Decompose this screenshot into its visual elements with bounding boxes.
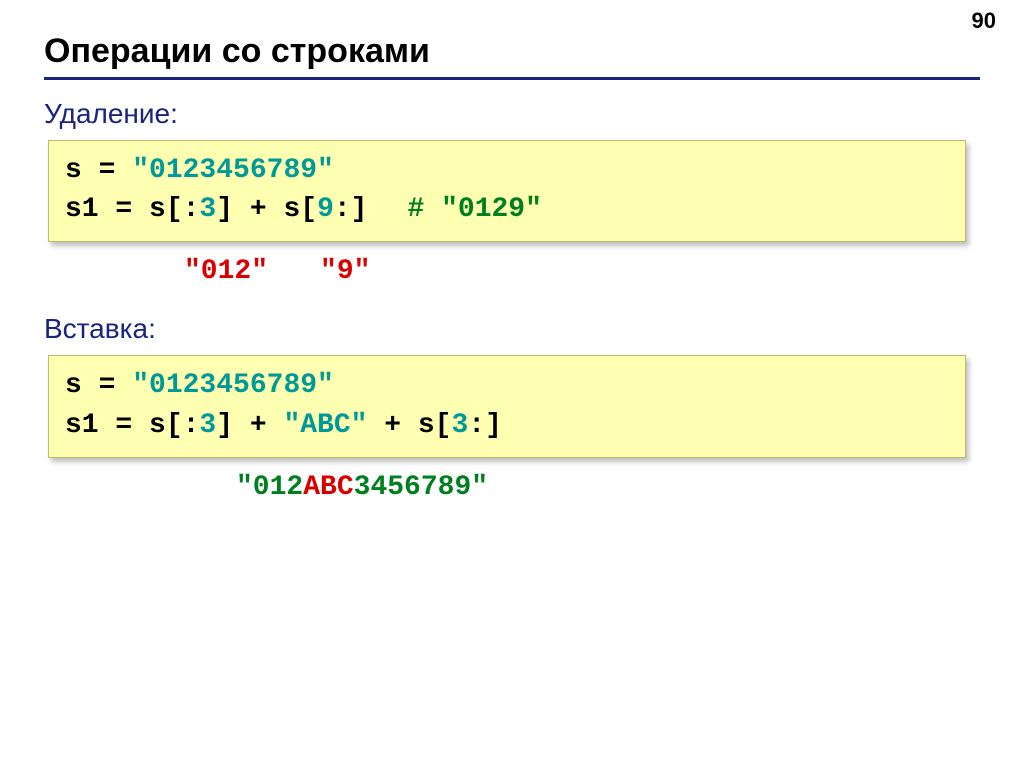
hint-post: 3456789" [354, 472, 488, 503]
page-number: 90 [972, 8, 996, 34]
code-var: s = [65, 370, 132, 401]
code-comment: # "0129" [407, 194, 541, 225]
code-string: "0123456789" [132, 155, 334, 186]
code-string: "ABC" [283, 410, 367, 441]
code-text: s1 = s[: [65, 410, 199, 441]
code-number: 3 [451, 410, 468, 441]
hint-mid: ABC [303, 472, 353, 503]
code-box-deletion: s = "0123456789" s1 = s[:3] + s[9:] # "01… [48, 140, 966, 242]
section-label-insertion: Вставка: [44, 313, 980, 345]
code-var: s = [65, 155, 132, 186]
hint-pre: "012 [236, 472, 303, 503]
code-text: ] + [216, 410, 283, 441]
hint-part: "012" [184, 256, 268, 287]
code-string: "0123456789" [132, 370, 334, 401]
title-divider [44, 77, 980, 80]
code-line: s1 = s[:3] + "ABC" + s[3:] [65, 406, 949, 445]
hint-deletion: "012" "9" [44, 256, 980, 287]
code-line: s = "0123456789" [65, 151, 949, 190]
code-number: 3 [199, 194, 216, 225]
hint-insertion: "012ABC3456789" [44, 472, 980, 503]
hint-part: "9" [320, 256, 370, 287]
code-text: :] [334, 194, 368, 225]
code-text: s1 = s[: [65, 194, 199, 225]
page-title: Операции со строками [44, 32, 980, 71]
code-line: s1 = s[:3] + s[9:] # "0129" [65, 190, 949, 229]
section-label-deletion: Удаление: [44, 98, 980, 130]
code-line: s = "0123456789" [65, 366, 949, 405]
code-text: ] + s[ [216, 194, 317, 225]
code-box-insertion: s = "0123456789" s1 = s[:3] + "ABC" + s[… [48, 355, 966, 457]
code-text: + s[ [367, 410, 451, 441]
code-number: 3 [199, 410, 216, 441]
code-number: 9 [317, 194, 334, 225]
code-text: :] [468, 410, 502, 441]
